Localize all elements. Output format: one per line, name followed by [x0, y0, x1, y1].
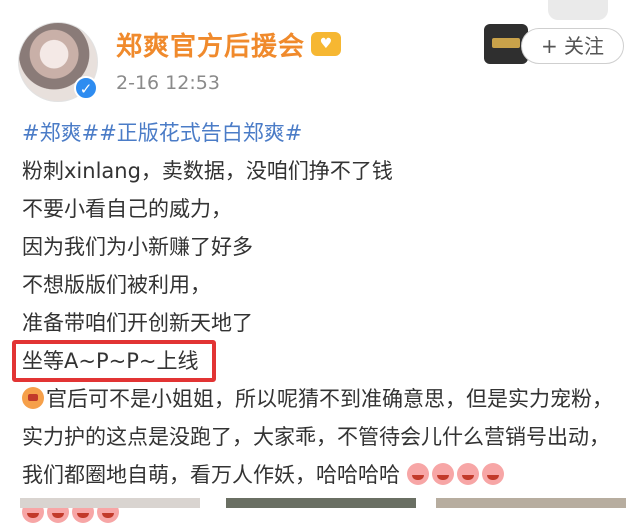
- image-thumbnail-row: [0, 498, 640, 508]
- laugh-emoji-icon: [456, 463, 479, 485]
- follow-button[interactable]: + 关注: [521, 28, 624, 64]
- content-line-1: 粉刺xinlang，卖数据，没咱们挣不了钱: [22, 159, 393, 183]
- laugh-emoji-icon: [406, 463, 429, 485]
- content-line-4: 不想版版们被利用，: [22, 273, 211, 297]
- top-thumbnail: [548, 0, 608, 20]
- laugh-emoji-icon: [431, 463, 454, 485]
- content-line-2: 不要小看自己的威力，: [22, 197, 232, 221]
- content-line-5: 准备带咱们开创新天地了: [22, 311, 253, 335]
- image-thumbnail[interactable]: [226, 498, 416, 508]
- mouth-emoji-icon: [22, 387, 44, 409]
- avatar-container[interactable]: ✓: [18, 22, 98, 102]
- image-thumbnail[interactable]: [20, 498, 200, 508]
- verified-check-icon: ✓: [74, 76, 98, 100]
- paragraph-text: 官后可不是小姐姐，所以呢猜不到准确意思，但是实力宠粉，实力护的这点是没跑了，大家…: [22, 387, 613, 487]
- post-timestamp: 2-16 12:53: [116, 72, 220, 94]
- content-paragraph: 官后可不是小姐姐，所以呢猜不到准确意思，但是实力宠粉，实力护的这点是没跑了，大家…: [22, 380, 620, 494]
- fan-badge-icon: ♥: [311, 32, 341, 56]
- highlighted-line-row: 坐等A~P~P~上线: [12, 340, 622, 382]
- image-thumbnail[interactable]: [436, 498, 626, 508]
- username[interactable]: 郑爽官方后援会: [116, 26, 305, 63]
- highlighted-line: 坐等A~P~P~上线: [12, 340, 216, 382]
- hashtag-link[interactable]: #郑爽##正版花式告白郑爽#: [22, 114, 622, 152]
- laugh-emoji-icon: [481, 463, 504, 485]
- post-content: #郑爽##正版花式告白郑爽# 粉刺xinlang，卖数据，没咱们挣不了钱 不要小…: [12, 114, 622, 532]
- weibo-post-card: ✓ 郑爽官方后援会 ♥ 2-16 12:53 + 关注 #郑爽##正版花式告白郑…: [0, 0, 640, 523]
- content-line-3: 因为我们为小新赚了好多: [22, 235, 253, 259]
- red-highlight-box: [12, 340, 216, 382]
